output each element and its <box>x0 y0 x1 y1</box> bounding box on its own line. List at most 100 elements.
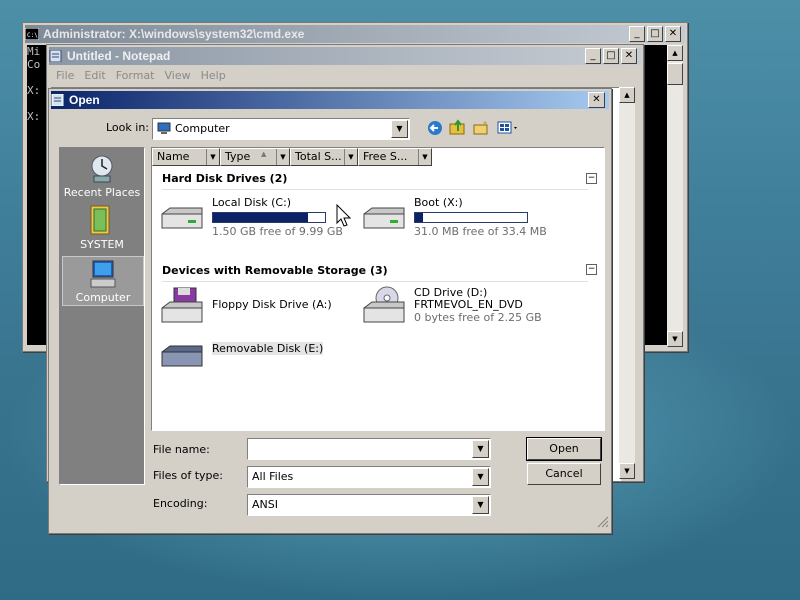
notepad-title: Untitled - Notepad <box>67 49 171 63</box>
hard-drive-icon <box>360 206 408 235</box>
dialog-titlebar[interactable]: Open ✕ <box>51 91 609 109</box>
hard-drive-icon <box>158 206 206 235</box>
dropdown-arrow-icon[interactable]: ▼ <box>472 440 489 458</box>
scroll-down-arrow-icon[interactable]: ▼ <box>619 463 635 479</box>
dropdown-arrow-icon[interactable]: ▼ <box>472 496 489 514</box>
notepad-icon <box>49 49 63 63</box>
drive-floppy-a[interactable]: Floppy Disk Drive (A:) <box>158 286 348 330</box>
scroll-up-arrow-icon[interactable]: ▲ <box>619 87 635 103</box>
menu-edit[interactable]: Edit <box>79 69 110 82</box>
back-arrow-icon[interactable] <box>427 120 443 139</box>
column-header-free-space[interactable]: Free S... ▼ <box>358 148 432 166</box>
menu-help[interactable]: Help <box>196 69 231 82</box>
scroll-up-arrow-icon[interactable]: ▲ <box>667 45 683 61</box>
new-folder-icon[interactable]: * <box>473 120 490 139</box>
open-dialog[interactable]: Open ✕ Look in: Computer ▼ * Recent Plac… <box>48 88 612 534</box>
place-label: Computer <box>75 291 131 304</box>
place-label: SYSTEM <box>80 238 124 251</box>
collapse-group-button[interactable]: − <box>586 173 597 184</box>
drive-volume-label: FRTMEVOL_EN_DVD <box>414 298 523 311</box>
removable-disk-icon <box>158 342 208 373</box>
look-in-combo[interactable]: Computer ▼ <box>152 118 410 140</box>
drive-usage-bar <box>212 212 326 223</box>
place-recent-places[interactable]: Recent Places <box>62 152 142 200</box>
file-type-label: Files of type: <box>153 469 224 482</box>
column-label: Total S... <box>295 150 342 163</box>
notepad-icon <box>51 93 65 107</box>
dropdown-arrow-icon[interactable]: ▼ <box>276 149 289 165</box>
group-header-removable-storage: Devices with Removable Storage (3) <box>162 264 388 277</box>
cmd-title: Administrator: X:\windows\system32\cmd.e… <box>43 27 305 41</box>
cmd-icon: C:\ <box>24 27 40 41</box>
encoding-select[interactable]: ANSI ▼ <box>247 494 491 516</box>
dropdown-arrow-icon[interactable]: ▼ <box>206 149 219 165</box>
cancel-button[interactable]: Cancel <box>527 463 601 485</box>
dropdown-arrow-icon[interactable]: ▼ <box>418 149 431 165</box>
computer-icon <box>89 259 117 292</box>
notepad-scrollbar[interactable]: ▲ ▼ <box>619 87 635 479</box>
place-label: Recent Places <box>63 186 141 199</box>
drive-cd-d[interactable]: CD Drive (D:) FRTMEVOL_EN_DVD 0 bytes fr… <box>360 286 560 336</box>
drive-local-disk-c[interactable]: Local Disk (C:) 1.50 GB free of 9.99 GB <box>158 196 348 240</box>
group-divider <box>162 281 588 282</box>
drive-usage-bar <box>414 212 528 223</box>
encoding-label: Encoding: <box>153 497 208 510</box>
minimize-button[interactable]: _ <box>585 48 601 64</box>
place-computer[interactable]: Computer <box>62 256 144 306</box>
maximize-button[interactable]: □ <box>647 26 663 42</box>
cmd-scrollbar[interactable]: ▲ ▼ <box>667 45 683 347</box>
close-button[interactable]: ✕ <box>621 48 637 64</box>
drive-name: Local Disk (C:) <box>212 196 292 209</box>
file-list[interactable]: Name ▼ Type ▲ ▼ Total S... ▼ Free S... ▼… <box>151 147 605 431</box>
encoding-value: ANSI <box>252 498 278 511</box>
scroll-thumb[interactable] <box>667 63 683 85</box>
cd-drive-icon <box>360 286 410 329</box>
dropdown-arrow-icon[interactable]: ▼ <box>472 468 489 486</box>
column-header-total-size[interactable]: Total S... ▼ <box>290 148 358 166</box>
dropdown-arrow-icon[interactable]: ▼ <box>391 120 408 138</box>
floppy-drive-icon <box>158 286 208 329</box>
column-label: Free S... <box>363 150 408 163</box>
column-label: Type <box>225 150 251 163</box>
close-button[interactable]: ✕ <box>588 92 605 108</box>
drive-name: Removable Disk (E:) <box>212 342 324 355</box>
maximize-button[interactable]: □ <box>603 48 619 64</box>
drive-free-space: 31.0 MB free of 33.4 MB <box>414 225 547 238</box>
dropdown-arrow-icon[interactable]: ▼ <box>344 149 357 165</box>
places-bar: Recent Places SYSTEM Computer <box>59 147 145 485</box>
drive-name: Floppy Disk Drive (A:) <box>212 298 332 311</box>
column-header-name[interactable]: Name ▼ <box>152 148 220 166</box>
menu-format[interactable]: Format <box>111 69 160 82</box>
open-button[interactable]: Open <box>526 437 602 461</box>
group-header-hard-disk-drives: Hard Disk Drives (2) <box>162 172 288 185</box>
close-button[interactable]: ✕ <box>665 26 681 42</box>
place-system[interactable]: SYSTEM <box>62 204 142 252</box>
file-name-input[interactable]: ▼ <box>247 438 491 460</box>
resize-grip-icon[interactable] <box>597 516 609 531</box>
mouse-pointer-icon <box>336 203 352 231</box>
menu-file[interactable]: File <box>51 69 79 82</box>
look-in-value: Computer <box>175 122 230 135</box>
minimize-button[interactable]: _ <box>629 26 645 42</box>
svg-text:*: * <box>483 120 487 129</box>
file-type-select[interactable]: All Files ▼ <box>247 466 491 488</box>
menu-view[interactable]: View <box>160 69 196 82</box>
collapse-group-button[interactable]: − <box>586 264 597 275</box>
recent-places-icon <box>88 154 116 187</box>
drive-boot-x[interactable]: Boot (X:) 31.0 MB free of 33.4 MB <box>360 196 560 240</box>
drive-free-space: 1.50 GB free of 9.99 GB <box>212 225 343 238</box>
svg-text:C:\: C:\ <box>27 32 38 39</box>
scroll-down-arrow-icon[interactable]: ▼ <box>667 331 683 347</box>
notepad-titlebar[interactable]: Untitled - Notepad _ □ ✕ <box>49 47 641 65</box>
group-divider <box>162 189 588 190</box>
drive-name: Boot (X:) <box>414 196 463 209</box>
cmd-titlebar[interactable]: C:\ Administrator: X:\windows\system32\c… <box>24 25 685 43</box>
folder-icon <box>88 204 114 239</box>
view-menu-icon[interactable] <box>497 120 521 139</box>
drive-usage-fill <box>415 213 423 222</box>
up-folder-icon[interactable] <box>449 119 466 139</box>
notepad-menubar: File Edit Format View Help <box>51 69 231 82</box>
column-header-type[interactable]: Type ▲ ▼ <box>220 148 290 166</box>
drive-removable-e[interactable]: Removable Disk (E:) <box>158 338 348 372</box>
column-label: Name <box>157 150 190 163</box>
